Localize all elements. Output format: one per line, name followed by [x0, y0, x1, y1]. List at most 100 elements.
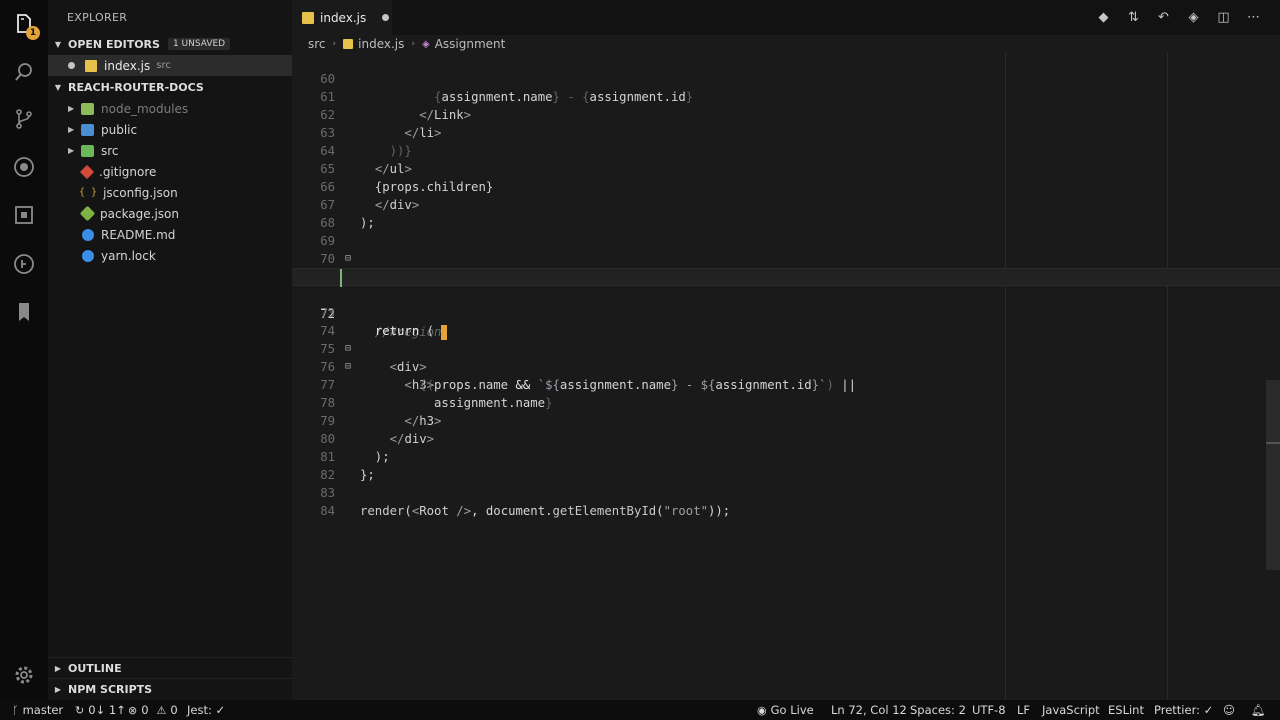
language-label: JavaScript — [1042, 703, 1100, 717]
code-line: 62 </li> — [292, 88, 1280, 140]
json-file-icon: { } — [79, 187, 98, 198]
open-editors-section[interactable]: ▼ OPEN EDITORS 1 UNSAVED — [48, 33, 292, 55]
unsaved-badge: 1 UNSAVED — [167, 38, 231, 50]
unsaved-dot-icon[interactable] — [68, 62, 75, 69]
code-line: 60 {assignment.name} - {assignment.id} — [292, 53, 1280, 104]
breadcrumb-symbol[interactable]: Assignment — [435, 37, 506, 51]
tree-item-readme[interactable]: README.md — [48, 224, 292, 245]
search-icon[interactable] — [12, 60, 36, 84]
branch-name: master — [22, 703, 64, 717]
code-line: 66 </div> — [292, 160, 1280, 212]
open-editor-item[interactable]: index.js src — [48, 55, 292, 76]
problems-indicator[interactable]: ⊗ 0 ⚠ 0 — [128, 700, 178, 720]
sync-indicator[interactable]: ↻ 0↓ 1↑ — [75, 700, 126, 720]
more-actions-icon[interactable]: ⋯ — [1245, 8, 1262, 26]
project-section[interactable]: ▼ REACH-ROUTER-DOCS — [48, 76, 292, 98]
code-line: 84 — [292, 484, 1280, 518]
encoding[interactable]: UTF-8 — [972, 700, 1006, 720]
code-line: 64 </ul> — [292, 124, 1280, 176]
code-line: 65 {props.children} — [292, 142, 1280, 194]
outline-label: OUTLINE — [68, 662, 122, 675]
unsaved-dot-icon[interactable] — [382, 14, 390, 21]
remote-explorer-icon[interactable] — [12, 252, 36, 276]
code-line: 80 ); — [292, 412, 1280, 464]
code-editor[interactable]: 60 {assignment.name} - {assignment.id} 6… — [292, 53, 1280, 700]
info-icon — [82, 228, 94, 241]
feedback-smiley-icon[interactable]: ☺ — [1223, 700, 1235, 720]
eslint-status[interactable]: ESLint — [1108, 700, 1144, 720]
outline-section[interactable]: ▶ OUTLINE — [48, 657, 292, 679]
scrollbar-cursor-marker — [1266, 442, 1280, 444]
activity-bar: 1 — [0, 0, 48, 700]
language-mode[interactable]: JavaScript — [1042, 700, 1100, 720]
code-line: 78 </h3> — [292, 376, 1280, 428]
jest-status[interactable]: Jest: ✓ — [187, 700, 225, 720]
git-lens-icon[interactable]: ◈ — [1185, 8, 1202, 26]
code-line: 73 return ( — [292, 286, 1280, 338]
javascript-file-icon — [302, 11, 314, 24]
prettier-status[interactable]: Prettier: ✓ — [1154, 700, 1213, 720]
tree-item-label: README.md — [101, 227, 176, 242]
tree-item-public[interactable]: ▶ public — [48, 119, 292, 140]
tree-item-package-json[interactable]: package.json — [48, 203, 292, 224]
chevron-right-icon: › — [411, 39, 415, 49]
code-line: 69 ⊟ const Assignment = props ⇒ { — [292, 214, 1280, 284]
error-icon: ⊗ — [128, 703, 138, 717]
code-line: 76 {(props.name && `${assignment.name} -… — [292, 340, 1280, 392]
tab-label: index.js — [320, 10, 367, 25]
branch-indicator[interactable]: ᚴ master — [12, 700, 63, 720]
breadcrumb-src[interactable]: src — [308, 37, 326, 51]
tree-item-label: .gitignore — [99, 164, 157, 179]
code-line: 71 — [292, 250, 1280, 284]
breadcrumb: src › index.js › ◈ Assignment — [292, 35, 1280, 53]
project-label: REACH-ROUTER-DOCS — [68, 80, 204, 94]
git-branch-icon: ᚴ — [12, 703, 19, 717]
tab-index-js[interactable]: index.js — [292, 0, 392, 35]
indentation[interactable]: Spaces: 2 — [910, 700, 966, 720]
git-modified-indicator — [340, 269, 342, 287]
source-control-icon[interactable] — [12, 107, 36, 131]
bookmark-icon[interactable] — [12, 300, 36, 324]
tree-item-label: package.json — [100, 206, 180, 221]
code-line: 77 assignment.name} — [292, 358, 1280, 410]
line-ending-label: LF — [1017, 703, 1031, 717]
breadcrumb-file[interactable]: index.js — [358, 37, 404, 51]
tree-item-src[interactable]: ▶ src — [48, 140, 292, 161]
open-editor-folder: src — [156, 60, 171, 71]
go-live-button[interactable]: ◉ Go Live — [757, 700, 814, 720]
go-live-label: Go Live — [770, 703, 814, 717]
chevron-right-icon: ▶ — [68, 146, 75, 155]
chevron-right-icon: ▶ — [54, 664, 62, 673]
editor-scrollbar[interactable] — [1266, 380, 1280, 570]
extensions-icon[interactable] — [12, 203, 36, 227]
chevron-right-icon: ▶ — [68, 104, 75, 113]
tree-item-yarn-lock[interactable]: yarn.lock — [48, 245, 292, 266]
tree-item-label: yarn.lock — [101, 248, 156, 263]
warning-icon: ⚠ — [156, 703, 167, 717]
settings-gear-icon[interactable] — [12, 663, 36, 687]
chevron-down-icon: ▼ — [54, 39, 62, 49]
code-line: 70 const assignment = assignments.find(a… — [292, 232, 1280, 284]
tree-item-node-modules[interactable]: ▶ node_modules — [48, 98, 292, 119]
line-ending[interactable]: LF — [1017, 700, 1030, 720]
git-icon — [79, 164, 95, 179]
open-changes-icon[interactable]: ⇅ — [1125, 8, 1142, 26]
tree-item-gitignore[interactable]: .gitignore — [48, 161, 292, 182]
split-editor-icon[interactable]: ◫ — [1215, 8, 1232, 26]
indentation-label: Spaces: 2 — [910, 703, 966, 717]
tree-item-jsconfig[interactable]: { } jsconfig.json — [48, 182, 292, 203]
tree-item-label: node_modules — [101, 101, 189, 116]
git-compare-icon[interactable]: ◆ — [1095, 8, 1112, 26]
sync-status: 0↓ 1↑ — [88, 703, 126, 717]
code-line: 81 }; — [292, 430, 1280, 482]
tree-item-label: src — [101, 143, 119, 158]
chevron-down-icon: ▼ — [54, 82, 62, 92]
go-back-icon[interactable]: ↶ — [1155, 8, 1172, 26]
npm-scripts-section[interactable]: ▶ NPM SCRIPTS — [48, 678, 292, 700]
code-line: 82 — [292, 448, 1280, 482]
code-line-current: 72 //#region — [292, 268, 1280, 340]
notifications-bell-icon[interactable]: 🔔︎ — [1251, 700, 1266, 720]
debug-icon[interactable] — [12, 155, 36, 179]
cursor-position[interactable]: Ln 72, Col 12 — [831, 700, 907, 720]
chevron-right-icon: ▶ — [68, 125, 75, 134]
